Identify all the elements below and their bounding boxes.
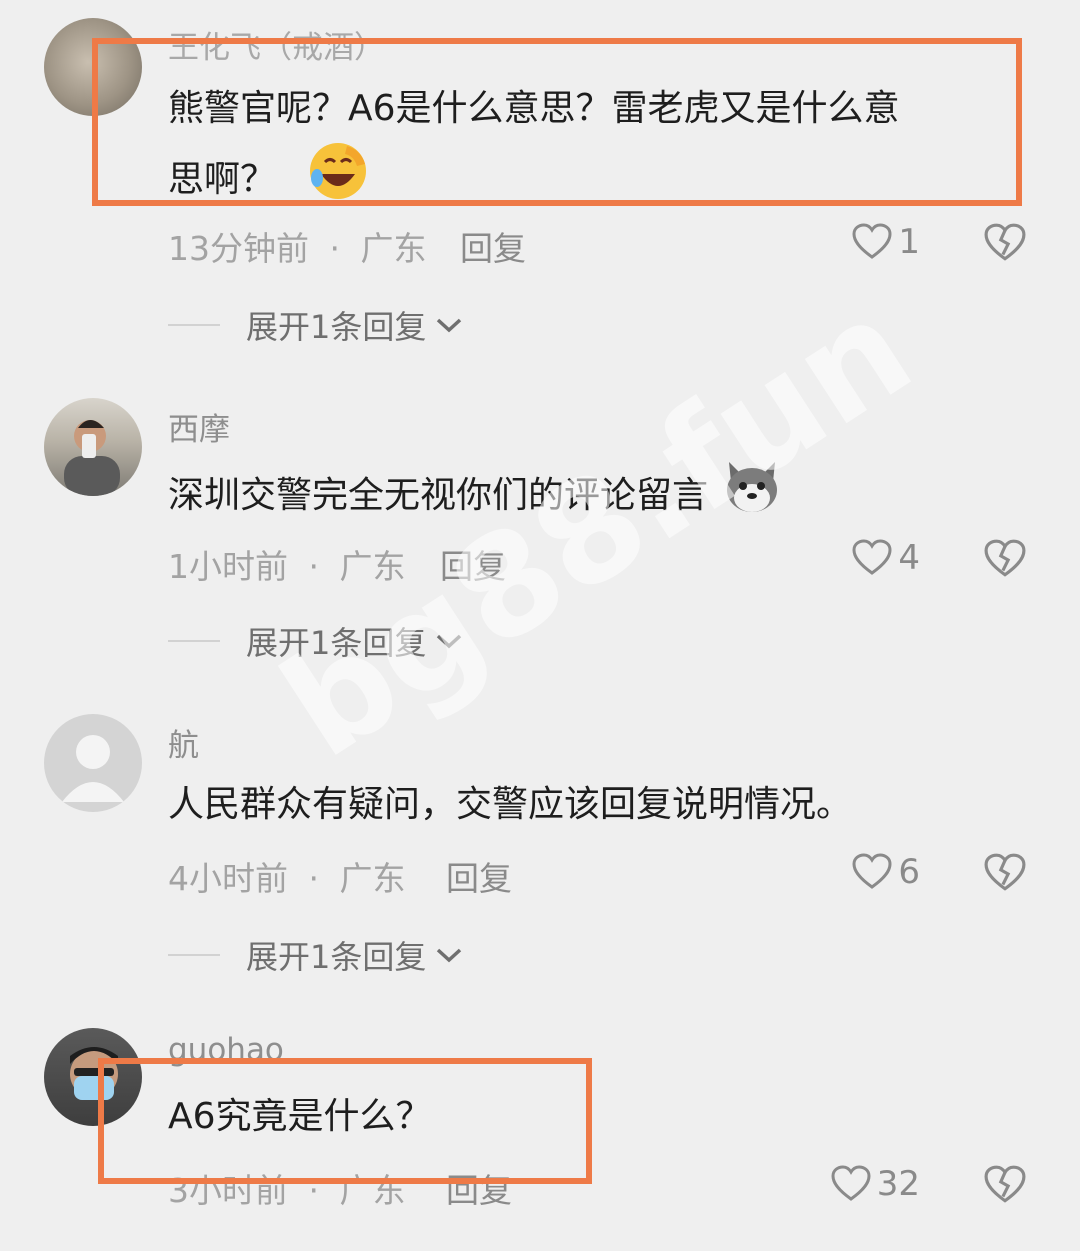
comment-text: 熊警官呢？A6是什么意思？雷老虎又是什么意 思啊？ xyxy=(168,78,900,222)
like-count: 32 xyxy=(876,1164,920,1204)
comment-username[interactable]: 王化飞（戒酒） xyxy=(168,22,385,67)
heart-outline-icon xyxy=(852,539,892,575)
like-button[interactable]: 32 xyxy=(831,1164,920,1204)
expand-label: 展开1条回复 xyxy=(246,624,427,662)
separator: · xyxy=(308,1171,320,1210)
like-count: 1 xyxy=(898,222,920,262)
comment-text-line-2: 思啊？ xyxy=(168,140,900,222)
comment-location: 广东 xyxy=(339,547,406,586)
avatar[interactable] xyxy=(44,1028,142,1126)
comment-time: 1小时前 xyxy=(168,547,288,586)
like-count: 4 xyxy=(898,538,920,578)
comment-time: 3小时前 xyxy=(168,1171,288,1210)
divider xyxy=(168,324,220,326)
comment-time: 13分钟前 xyxy=(168,229,309,268)
chevron-down-icon xyxy=(437,318,462,333)
avatar[interactable] xyxy=(44,398,142,496)
comment-meta: 4小时前 · 广东 xyxy=(168,852,406,900)
avatar[interactable] xyxy=(44,18,142,116)
comment-text: 深圳交警完全无视你们的评论留言 xyxy=(168,458,781,536)
separator: · xyxy=(308,547,320,586)
comment-time: 4小时前 xyxy=(168,859,288,898)
like-button[interactable]: 1 xyxy=(852,222,920,262)
comment-username[interactable]: guohao xyxy=(168,1032,284,1068)
chevron-down-icon xyxy=(437,948,462,963)
like-button[interactable]: 4 xyxy=(852,538,920,578)
comment-text-line: 思啊？ xyxy=(168,159,277,200)
comment-location: 广东 xyxy=(360,229,427,268)
comment-text: A6究竟是什么？ xyxy=(168,1096,432,1137)
reply-button[interactable]: 回复 xyxy=(446,1164,512,1212)
expand-label: 展开1条回复 xyxy=(246,938,427,976)
laughing-crying-emoji-icon xyxy=(307,140,369,222)
separator: · xyxy=(329,229,341,268)
expand-replies-button[interactable]: 展开1条回复 xyxy=(168,302,464,348)
broken-heart-icon[interactable] xyxy=(984,1164,1026,1206)
comment-meta: 3小时前 · 广东 xyxy=(168,1164,406,1212)
heart-outline-icon xyxy=(831,1165,871,1201)
like-count: 6 xyxy=(898,852,920,892)
husky-dog-emoji-icon xyxy=(723,458,781,536)
comment-location: 广东 xyxy=(339,1171,406,1210)
heart-outline-icon xyxy=(852,853,892,889)
reply-button[interactable]: 回复 xyxy=(446,852,512,900)
reply-button[interactable]: 回复 xyxy=(460,222,526,270)
separator: · xyxy=(308,859,320,898)
comment-meta: 13分钟前 · 广东 xyxy=(168,222,427,270)
comment-username[interactable]: 航 xyxy=(168,720,199,765)
chevron-down-icon xyxy=(437,634,462,649)
comment-text: 人民群众有疑问，交警应该回复说明情况。 xyxy=(168,784,853,825)
expand-replies-button[interactable]: 展开1条回复 xyxy=(168,932,464,978)
comment-username[interactable]: 西摩 xyxy=(168,404,230,449)
broken-heart-icon[interactable] xyxy=(984,538,1026,580)
divider xyxy=(168,954,220,956)
comment-text-line: 熊警官呢？A6是什么意思？雷老虎又是什么意 xyxy=(168,88,900,129)
like-button[interactable]: 6 xyxy=(852,852,920,892)
comment-location: 广东 xyxy=(339,859,406,898)
heart-outline-icon xyxy=(852,223,892,259)
divider xyxy=(168,640,220,642)
comment-meta: 1小时前 · 广东 xyxy=(168,540,406,588)
avatar[interactable] xyxy=(44,714,142,812)
expand-replies-button[interactable]: 展开1条回复 xyxy=(168,618,464,664)
broken-heart-icon[interactable] xyxy=(984,852,1026,894)
reply-button[interactable]: 回复 xyxy=(440,540,506,588)
broken-heart-icon[interactable] xyxy=(984,222,1026,264)
comment-text-content: 深圳交警完全无视你们的评论留言 xyxy=(168,475,709,516)
expand-label: 展开1条回复 xyxy=(246,308,427,346)
